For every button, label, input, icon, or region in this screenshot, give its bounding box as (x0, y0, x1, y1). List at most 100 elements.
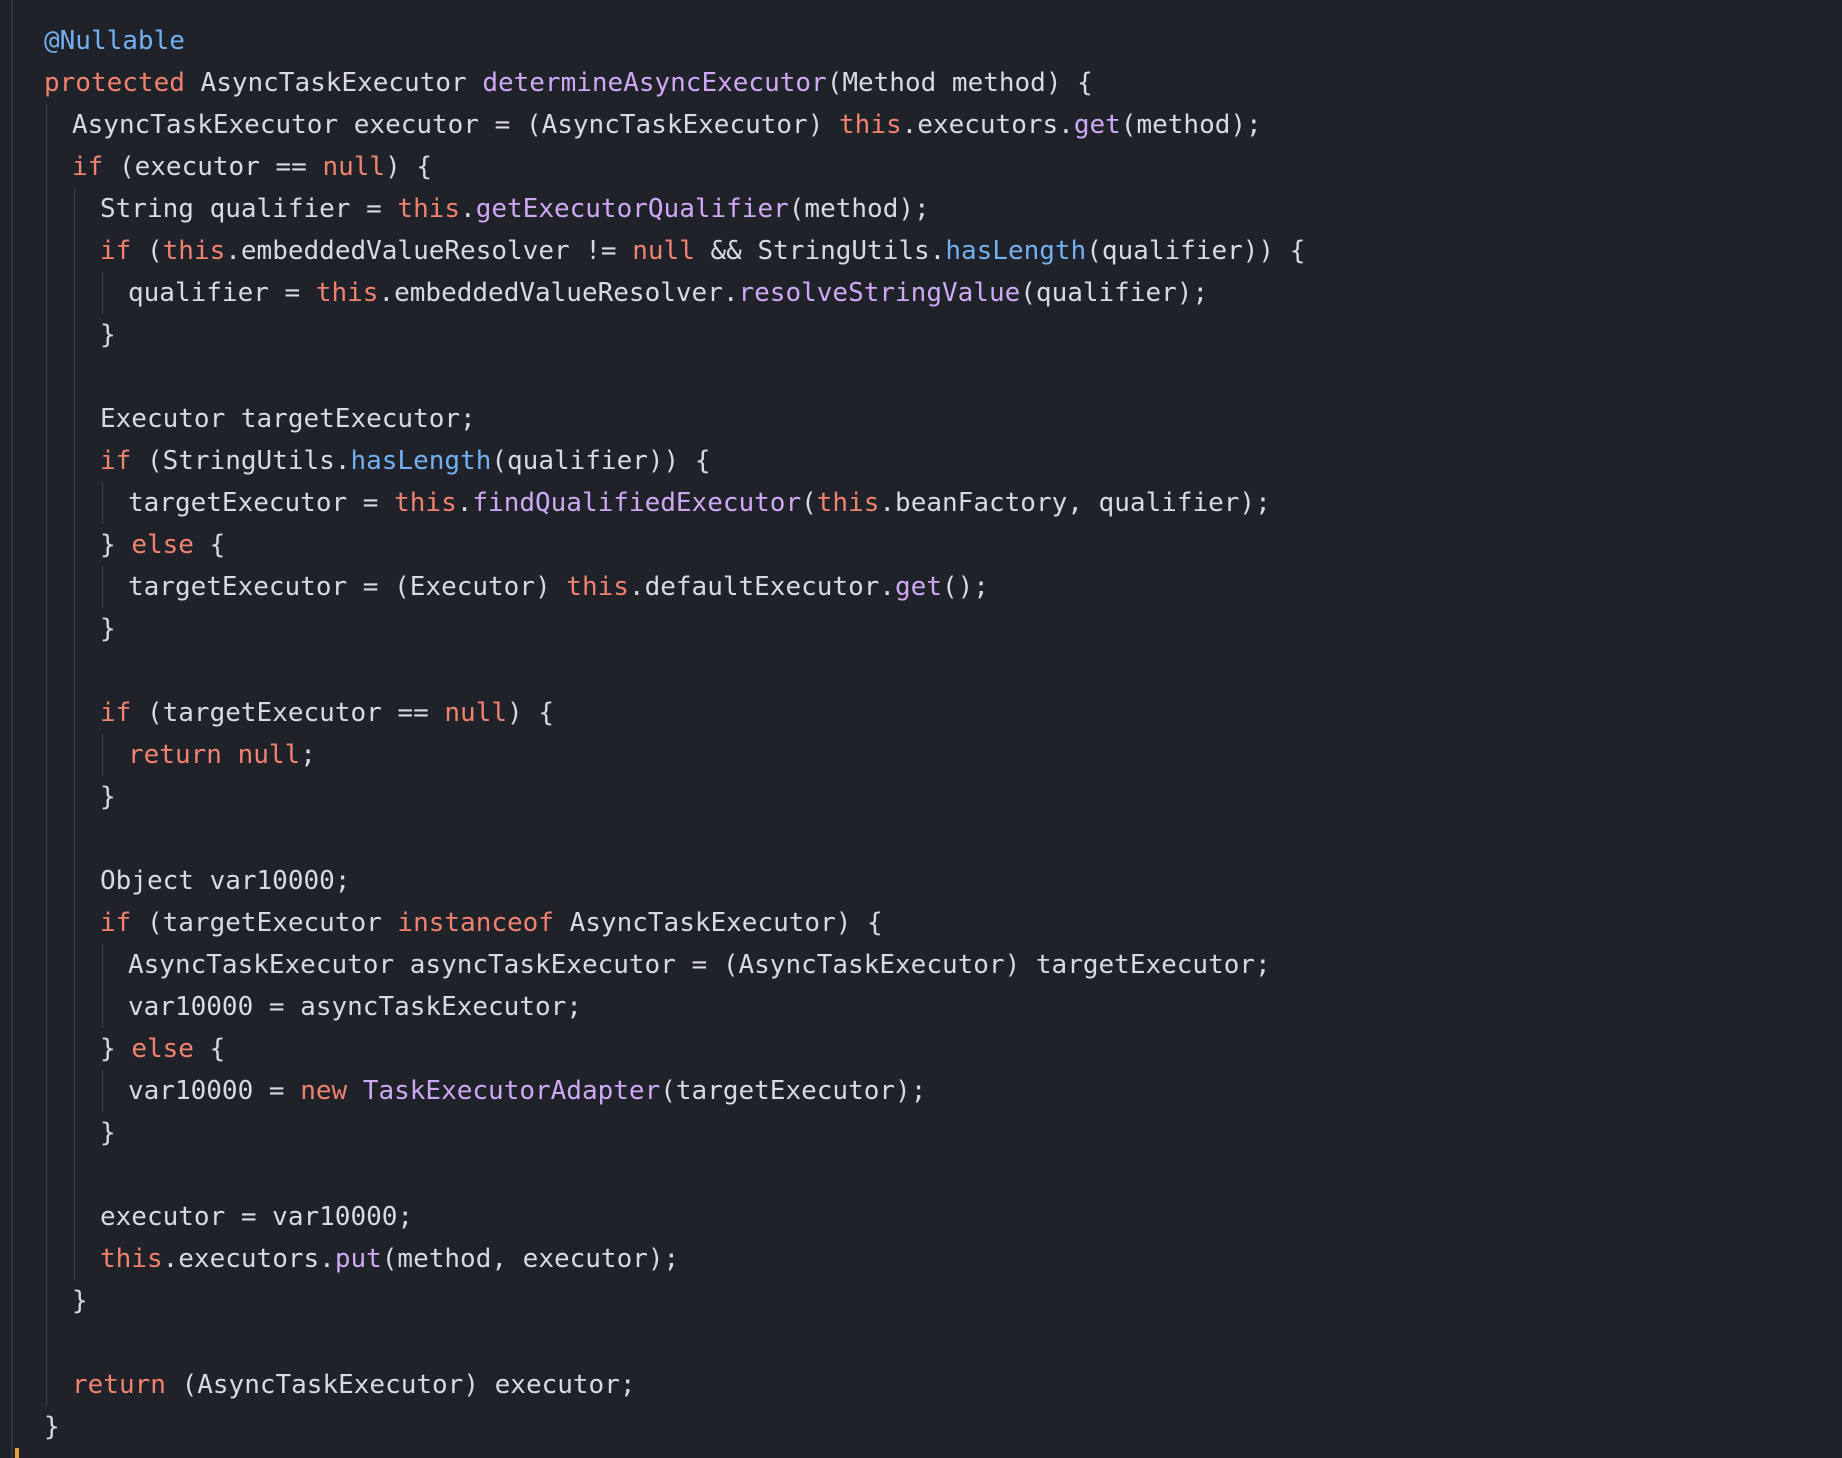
code-line[interactable]: } else { (44, 1028, 1305, 1070)
code-token: AsyncTaskExecutor executor = (AsyncTaskE… (72, 110, 840, 140)
code-line[interactable]: this.executors.put(method, executor); (44, 1238, 1305, 1280)
code-token: if (100, 908, 132, 938)
code-token: this (100, 1244, 163, 1274)
indent-guide (46, 1154, 47, 1196)
indent-guide (102, 482, 103, 524)
code-token: AsyncTaskExecutor) { (553, 908, 883, 938)
text-cursor (15, 1448, 19, 1458)
code-token: resolveStringValue (738, 278, 1021, 308)
code-token: var10000 = (128, 1076, 301, 1106)
code-token: .beanFactory, qualifier); (879, 488, 1271, 518)
code-line[interactable]: var10000 = new TaskExecutorAdapter(targe… (44, 1070, 1305, 1112)
indent-guide (74, 776, 75, 818)
code-line[interactable]: } (44, 1406, 1305, 1448)
code-token: AsyncTaskExecutor asyncTaskExecutor = (A… (128, 950, 1271, 980)
code-token: return (128, 740, 222, 770)
code-line[interactable]: Executor targetExecutor; (44, 398, 1305, 440)
code-line[interactable]: } (44, 314, 1305, 356)
indent-guide (74, 524, 75, 566)
code-token: (targetExecutor (131, 908, 398, 938)
indent-guide (46, 1238, 47, 1280)
code-line[interactable]: targetExecutor = (Executor) this.default… (44, 566, 1305, 608)
code-token: executor = var10000; (100, 1202, 414, 1232)
code-token: && StringUtils. (694, 236, 946, 266)
code-token: } (100, 782, 116, 812)
code-line[interactable]: protected AsyncTaskExecutor determineAsy… (44, 62, 1305, 104)
indent-guide (74, 440, 75, 482)
indent-guide (46, 944, 47, 986)
indent-guide (46, 1364, 47, 1406)
code-token: (method); (788, 194, 930, 224)
code-line[interactable]: if (StringUtils.hasLength(qualifier)) { (44, 440, 1305, 482)
code-line[interactable]: AsyncTaskExecutor asyncTaskExecutor = (A… (44, 944, 1305, 986)
indent-guide (74, 902, 75, 944)
code-line[interactable]: if (executor == null) { (44, 146, 1305, 188)
code-line[interactable]: if (targetExecutor instanceof AsyncTaskE… (44, 902, 1305, 944)
code-line[interactable]: targetExecutor = this.findQualifiedExecu… (44, 482, 1305, 524)
code-token: . (460, 194, 476, 224)
indent-guide (74, 566, 75, 608)
code-token: get (1073, 110, 1121, 140)
indent-guide (46, 566, 47, 608)
code-token: .executors. (162, 1244, 335, 1274)
code-line[interactable] (44, 1322, 1305, 1364)
code-token: hasLength (350, 446, 492, 476)
code-token: this (394, 488, 457, 518)
code-token: else (131, 530, 194, 560)
indent-guide (46, 1112, 47, 1154)
code-line[interactable] (44, 1154, 1305, 1196)
code-line[interactable]: if (this.embeddedValueResolver != null &… (44, 230, 1305, 272)
code-line[interactable]: } (44, 1280, 1305, 1322)
indent-guide (74, 272, 75, 314)
code-token: ) { (507, 698, 554, 728)
code-token: (qualifier)) { (1086, 236, 1306, 266)
indent-guide (102, 986, 103, 1028)
code-token: (); (942, 572, 989, 602)
code-token: (method); (1120, 110, 1262, 140)
code-line[interactable]: AsyncTaskExecutor executor = (AsyncTaskE… (44, 104, 1305, 146)
indent-guide (74, 314, 75, 356)
code-line[interactable]: qualifier = this.embeddedValueResolver.r… (44, 272, 1305, 314)
code-line[interactable] (44, 356, 1305, 398)
code-token: @Nullable (44, 26, 185, 56)
code-token: (qualifier); (1020, 278, 1209, 308)
indent-guide (74, 1238, 75, 1280)
code-line[interactable]: @Nullable (44, 20, 1305, 62)
code-line[interactable]: } (44, 608, 1305, 650)
code-editor[interactable]: @Nullable protected AsyncTaskExecutor det… (0, 0, 1842, 1458)
indent-guide (46, 398, 47, 440)
code-token: this (566, 572, 629, 602)
code-token: ( (131, 236, 163, 266)
editor-gutter-border (11, 0, 13, 1458)
code-line[interactable] (44, 650, 1305, 692)
code-token: } (100, 530, 132, 560)
code-token: this (397, 194, 461, 224)
indent-guide (102, 1070, 103, 1112)
indent-guide (46, 1028, 47, 1070)
code-line[interactable]: String qualifier = this.getExecutorQuali… (44, 188, 1305, 230)
code-line[interactable]: } (44, 776, 1305, 818)
code-area[interactable]: @Nullable protected AsyncTaskExecutor det… (44, 20, 1305, 1448)
code-token: (Method method) { (826, 68, 1093, 98)
code-line[interactable]: return (AsyncTaskExecutor) executor; (44, 1364, 1305, 1406)
code-token: .embeddedValueResolver != (225, 236, 633, 266)
code-line[interactable]: if (targetExecutor == null) { (44, 692, 1305, 734)
code-line[interactable] (44, 818, 1305, 860)
code-line[interactable]: } (44, 1112, 1305, 1154)
code-token: (qualifier)) { (491, 446, 711, 476)
code-token: (targetExecutor); (660, 1076, 927, 1106)
code-token: (AsyncTaskExecutor) executor; (165, 1370, 636, 1400)
indent-guide (46, 902, 47, 944)
code-token: if (100, 236, 132, 266)
code-line[interactable]: Object var10000; (44, 860, 1305, 902)
code-line[interactable]: executor = var10000; (44, 1196, 1305, 1238)
code-line[interactable]: return null; (44, 734, 1305, 776)
code-line[interactable]: } else { (44, 524, 1305, 566)
indent-guide (46, 356, 47, 398)
code-token: return (72, 1370, 166, 1400)
indent-guide (74, 1028, 75, 1070)
code-line[interactable]: var10000 = asyncTaskExecutor; (44, 986, 1305, 1028)
indent-guide (102, 734, 103, 776)
code-token: . (456, 488, 473, 518)
code-token: if (100, 698, 132, 728)
